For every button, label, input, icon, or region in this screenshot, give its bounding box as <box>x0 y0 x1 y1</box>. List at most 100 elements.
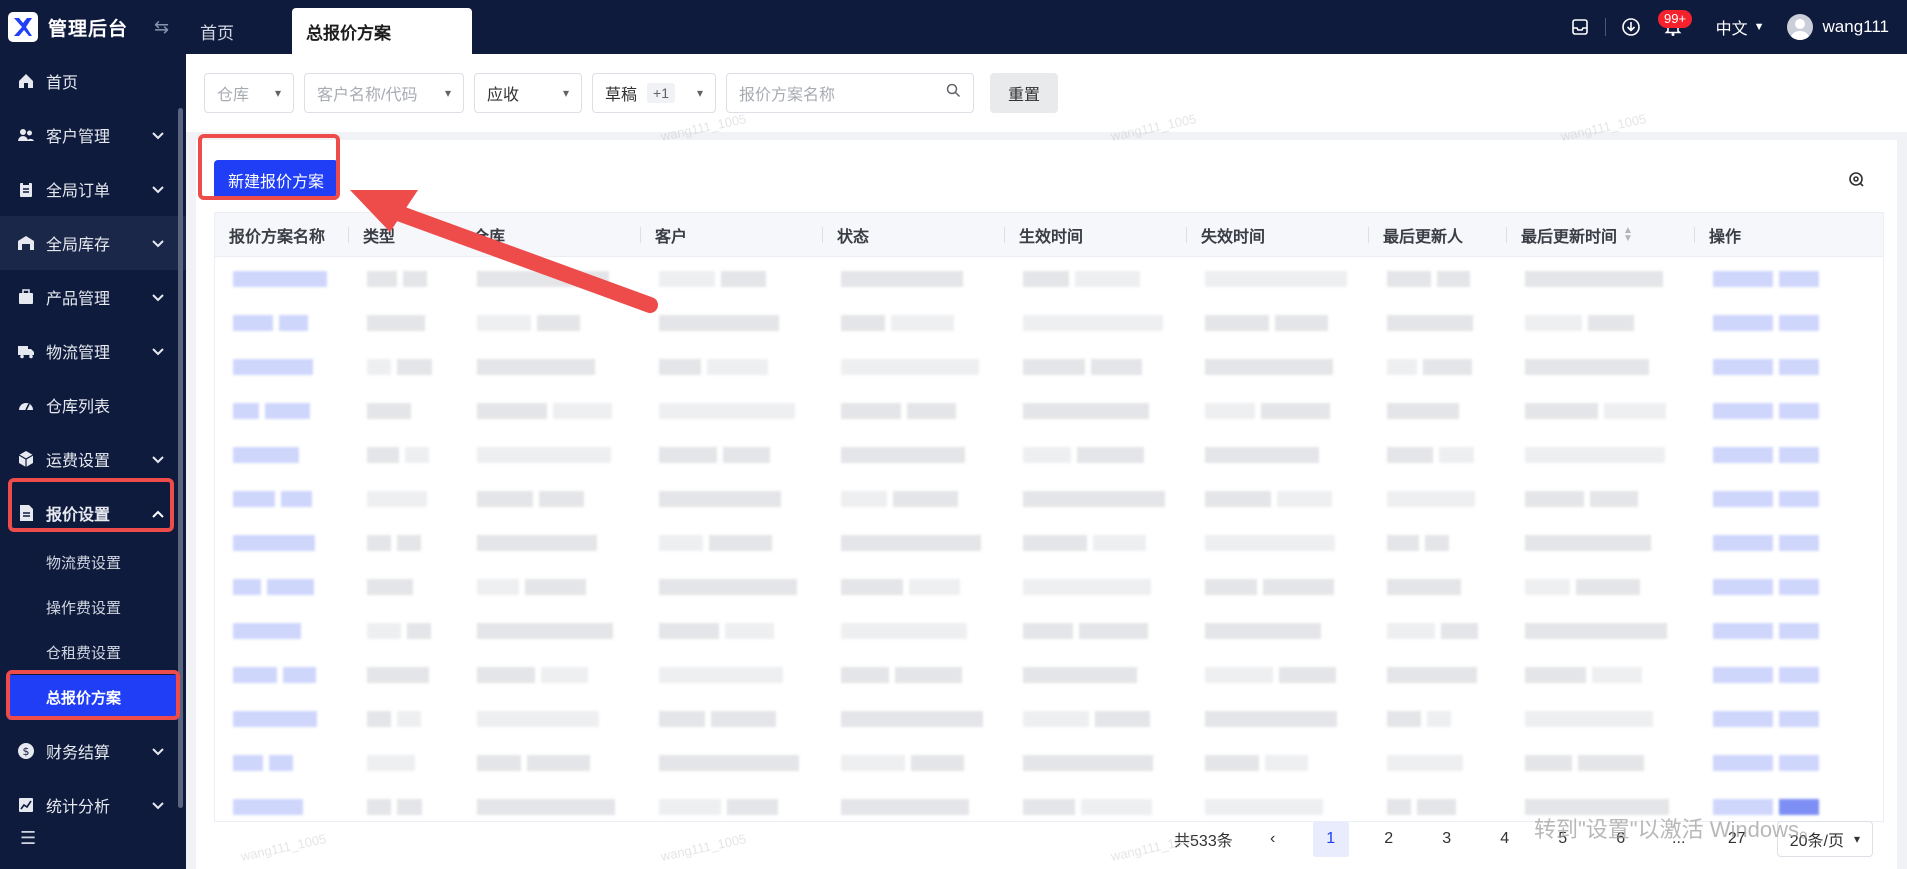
highlight-new-button <box>198 134 340 200</box>
table-cell-redacted <box>349 447 459 463</box>
tab-home[interactable]: 首页 <box>186 8 248 54</box>
table-row[interactable] <box>215 565 1883 609</box>
sidebar-item-customers[interactable]: 客户管理 <box>0 108 186 162</box>
table-body <box>215 257 1883 821</box>
users-icon <box>16 125 36 145</box>
status-select[interactable]: 草稿 +1 ▾ <box>592 73 716 113</box>
table-cell-redacted <box>1187 667 1369 683</box>
status-value: 草稿 <box>605 87 638 104</box>
table-cell-redacted <box>641 403 823 419</box>
table-cell-redacted <box>215 315 349 331</box>
sidebar: 首页 客户管理 全局订单 全局库存 产品管理 物流管理 仓库列表 运费设置 报价… <box>0 54 186 869</box>
sidebar-item-home[interactable]: 首页 <box>0 54 186 108</box>
table-cell-redacted <box>1187 315 1369 331</box>
chevron-down-icon: ▾ <box>696 86 703 100</box>
menu-fold-icon[interactable]: ☰ <box>20 828 36 849</box>
table-cell-redacted <box>349 711 459 727</box>
table-row[interactable] <box>215 697 1883 741</box>
table-cell-redacted <box>1005 359 1187 375</box>
table-cell-redacted <box>459 667 641 683</box>
table-row[interactable] <box>215 741 1883 785</box>
warehouse-select[interactable]: 仓库 ▾ <box>204 73 294 113</box>
sidebar-item-inventory[interactable]: 全局库存 <box>0 216 186 270</box>
table-cell-redacted <box>1005 623 1187 639</box>
clipboard-icon <box>16 179 36 199</box>
table-cell-redacted <box>459 799 641 815</box>
chart-icon <box>16 795 36 815</box>
sidebar-subitem-logistics-fee[interactable]: 物流费设置 <box>0 540 186 585</box>
customer-select[interactable]: 客户名称/代码 ▾ <box>304 73 464 113</box>
sidebar-item-products[interactable]: 产品管理 <box>0 270 186 324</box>
table-row[interactable] <box>215 433 1883 477</box>
table-cell-redacted <box>1187 579 1369 595</box>
coin-icon: $ <box>16 741 36 761</box>
table-cell-redacted <box>1005 799 1187 815</box>
table-cell-redacted <box>1187 799 1369 815</box>
table-row[interactable] <box>215 653 1883 697</box>
table-row[interactable] <box>215 477 1883 521</box>
page-4[interactable]: 4 <box>1487 821 1523 857</box>
table-cell-redacted <box>1695 447 1865 463</box>
table-cell-redacted <box>823 491 1005 507</box>
table-cell-redacted <box>215 579 349 595</box>
page-1[interactable]: 1 <box>1312 821 1349 857</box>
table-cell-redacted <box>823 315 1005 331</box>
username[interactable]: wang111 <box>1823 17 1889 37</box>
col-last-update-time[interactable]: 最后更新时间 ▲ ▼ <box>1507 213 1695 257</box>
table-cell-redacted <box>1507 711 1695 727</box>
top-right-tools: 中文 ▼ wang111 <box>1569 0 1907 54</box>
table-row[interactable] <box>215 521 1883 565</box>
reset-button[interactable]: 重置 <box>990 73 1059 113</box>
collapse-toggle-icon[interactable]: ⇆ <box>154 17 169 38</box>
warehouse-icon <box>16 233 36 253</box>
search-icon[interactable] <box>946 83 961 103</box>
tab-quote-plan[interactable]: 总报价方案 <box>292 8 472 54</box>
sidebar-item-label: 首页 <box>46 75 79 92</box>
table-row[interactable] <box>215 389 1883 433</box>
table-cell-redacted <box>1695 271 1865 287</box>
filter-bar: 仓库 ▾ 客户名称/代码 ▾ 应收 ▾ 草稿 +1 ▾ 报价方案名称 重置 <box>186 54 1907 132</box>
sidebar-item-label: 统计分析 <box>46 799 111 816</box>
sidebar-subitem-storage-fee[interactable]: 仓租费设置 <box>0 630 186 675</box>
table-cell-redacted <box>1369 359 1507 375</box>
table-cell-redacted <box>823 623 1005 639</box>
table-cell-redacted <box>349 403 459 419</box>
table-cell-redacted <box>1369 667 1507 683</box>
table-cell-redacted <box>641 359 823 375</box>
table-cell-redacted <box>459 447 641 463</box>
sort-icon[interactable]: ▲ ▼ <box>1623 225 1633 243</box>
svg-text:$: $ <box>23 745 30 758</box>
sidebar-item-statistics[interactable]: 统计分析 <box>0 778 186 832</box>
table-cell-redacted <box>1005 315 1187 331</box>
sidebar-item-warehouses[interactable]: 仓库列表 <box>0 378 186 432</box>
sidebar-item-logistics[interactable]: 物流管理 <box>0 324 186 378</box>
sidebar-item-orders[interactable]: 全局订单 <box>0 162 186 216</box>
receivable-select[interactable]: 应收 ▾ <box>474 73 582 113</box>
receivable-value: 应收 <box>487 87 520 104</box>
table-cell-redacted <box>1005 579 1187 595</box>
inbox-icon[interactable] <box>1569 16 1591 38</box>
warehouse-placeholder: 仓库 <box>217 87 250 104</box>
table-cell-redacted <box>1507 359 1695 375</box>
table-cell-redacted <box>823 799 1005 815</box>
truck-icon <box>16 341 36 361</box>
page-2[interactable]: 2 <box>1371 821 1407 857</box>
table-cell-redacted <box>459 403 641 419</box>
sidebar-subitem-operation-fee[interactable]: 操作费设置 <box>0 585 186 630</box>
col-expire-time: 失效时间 <box>1187 213 1369 257</box>
table-cell-redacted <box>641 447 823 463</box>
plan-name-input[interactable]: 报价方案名称 <box>726 73 974 113</box>
table-row[interactable] <box>215 345 1883 389</box>
language-select[interactable]: 中文 ▼ <box>1716 15 1765 39</box>
table-row[interactable] <box>215 609 1883 653</box>
page-3[interactable]: 3 <box>1429 821 1465 857</box>
avatar[interactable] <box>1786 14 1813 40</box>
chevron-down-icon <box>152 743 164 761</box>
download-icon[interactable] <box>1620 16 1642 38</box>
table-cell-redacted <box>1369 271 1507 287</box>
column-settings-icon[interactable] <box>1847 170 1865 193</box>
prev-page-icon[interactable]: ‹ <box>1255 821 1291 857</box>
sidebar-item-finance[interactable]: $ 财务结算 <box>0 724 186 778</box>
table-cell-redacted <box>1187 711 1369 727</box>
main-content: 仓库 ▾ 客户名称/代码 ▾ 应收 ▾ 草稿 +1 ▾ 报价方案名称 重置 新建… <box>186 54 1907 869</box>
